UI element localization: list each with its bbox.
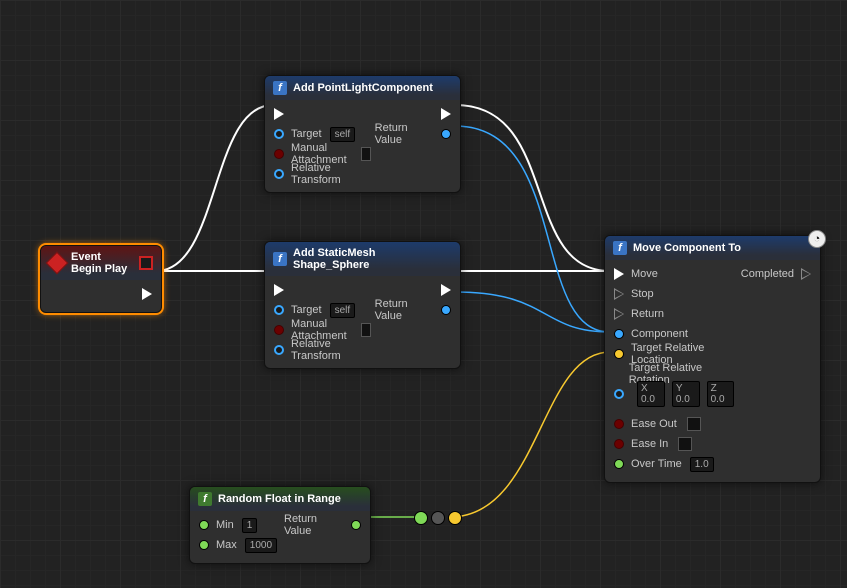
pin-ease-in[interactable] [614,439,624,449]
pin-over-time[interactable] [614,459,624,469]
pin-manual-attach[interactable] [274,149,284,159]
node-title: f Random Float in Range [190,487,370,511]
title-text: Event Begin Play [71,251,133,275]
node-title: f Move Component To [605,236,820,260]
exec-return-pin[interactable] [614,308,624,320]
rot-x[interactable]: X 0.0 [637,381,665,407]
over-time-value[interactable]: 1.0 [690,457,714,472]
exec-in-pin[interactable] [274,108,284,120]
reroute-mid[interactable] [431,511,445,525]
title-text: Add StaticMesh Shape_Sphere [293,247,452,271]
exec-out-pin[interactable] [142,288,152,300]
blueprint-graph-canvas[interactable]: Event Begin Play f Add PointLightCompone… [0,0,847,588]
node-title: Event Begin Play [41,246,161,280]
pin-target[interactable] [274,305,284,315]
function-icon: f [198,492,212,506]
pin-return[interactable] [351,520,361,530]
exec-in-pin[interactable] [274,284,284,296]
title-text: Move Component To [633,242,812,254]
pin-component[interactable] [614,329,624,339]
rot-y[interactable]: Y 0.0 [672,381,700,407]
pin-target[interactable] [274,129,284,139]
pin-label: Over Time [631,458,682,470]
pin-label: Min [216,519,234,531]
title-text: Add PointLightComponent [293,82,452,94]
node-move-component-to[interactable]: ◔ f Move Component To Move Stop Return C… [604,235,821,483]
max-value[interactable]: 1000 [245,538,277,553]
pin-label: Return Value [375,298,434,322]
node-title: f Add StaticMesh Shape_Sphere [265,242,460,276]
function-icon: f [273,81,287,95]
event-icon [46,252,69,275]
pin-label: Relative Transform [291,162,367,186]
exec-out-pin[interactable] [441,108,451,120]
pin-target-loc[interactable] [614,349,624,359]
pin-rel-transform[interactable] [274,345,284,355]
pin-label: Move [631,268,658,280]
pin-target-rot[interactable] [614,389,624,399]
checkbox[interactable] [678,437,692,451]
pin-label: Return [631,308,664,320]
function-icon: f [273,252,287,266]
reroute-vector[interactable] [448,511,462,525]
min-value[interactable]: 1 [242,518,258,533]
pin-label: Relative Transform [291,338,367,362]
exec-out-pin[interactable] [441,284,451,296]
node-add-static-mesh[interactable]: f Add StaticMesh Shape_Sphere Target self… [264,241,461,369]
pin-max[interactable] [199,540,209,550]
reroute-float[interactable] [414,511,428,525]
pin-rel-transform[interactable] [274,169,284,179]
pin-ease-out[interactable] [614,419,624,429]
self-chip: self [330,303,356,318]
title-text: Random Float in Range [218,493,362,505]
pin-label: Return Value [284,513,344,537]
pin-return[interactable] [441,305,451,315]
delegate-pin[interactable] [139,256,153,270]
self-chip: self [330,127,356,142]
pin-label: Ease In [631,438,668,450]
node-event-begin-play[interactable]: Event Begin Play [40,245,162,313]
pin-label: Stop [631,288,654,300]
node-title: f Add PointLightComponent [265,76,460,100]
pin-label: Completed [741,268,794,280]
pin-min[interactable] [199,520,209,530]
checkbox[interactable] [687,417,701,431]
rot-z[interactable]: Z 0.0 [707,381,734,407]
pin-label: Target [291,128,322,140]
exec-move-pin[interactable] [614,268,624,280]
function-icon: f [613,241,627,255]
checkbox[interactable] [361,323,371,337]
exec-completed-pin[interactable] [801,268,811,280]
pin-manual-attach[interactable] [274,325,284,335]
pin-return[interactable] [441,129,451,139]
pin-label: Max [216,539,237,551]
node-random-float[interactable]: f Random Float in Range Min 1 Max 1000 Ret… [189,486,371,564]
clock-icon: ◔ [808,230,826,248]
pin-label: Target [291,304,322,316]
pin-label: Component [631,328,688,340]
checkbox[interactable] [361,147,371,161]
node-add-point-light[interactable]: f Add PointLightComponent Targetself Man… [264,75,461,193]
exec-stop-pin[interactable] [614,288,624,300]
pin-label: Ease Out [631,418,677,430]
pin-label: Return Value [375,122,434,146]
